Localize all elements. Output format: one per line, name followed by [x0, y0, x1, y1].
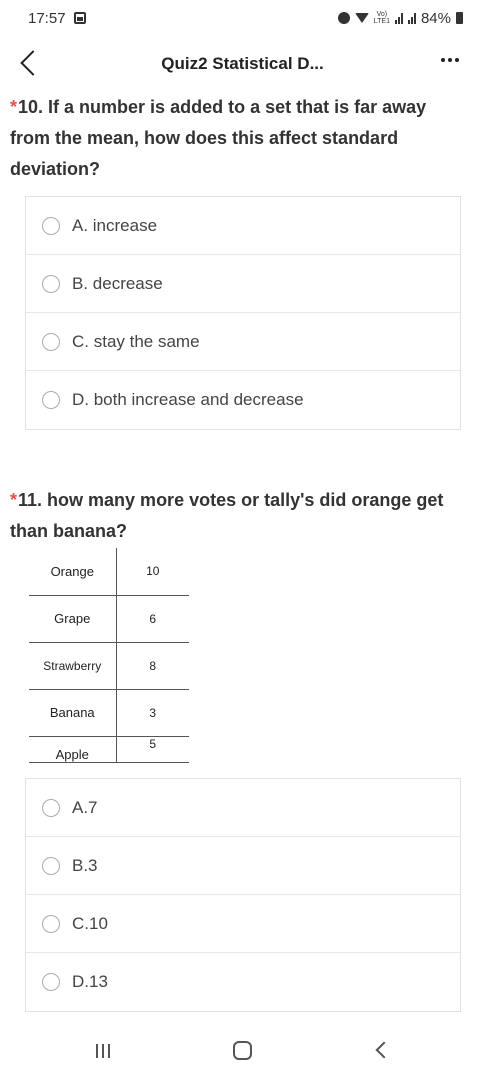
radio-button-icon[interactable]: [42, 856, 60, 875]
option-q10-c[interactable]: C. stay the same: [26, 313, 460, 371]
volte-top: Vo): [376, 11, 388, 18]
option-q11-b[interactable]: B.3: [26, 837, 460, 895]
gallery-notification-icon: [73, 12, 86, 24]
fruit-name: Strawberry: [29, 641, 117, 690]
table-row: Banana 3: [29, 688, 189, 737]
more-dots-icon[interactable]: [441, 58, 459, 62]
option-q10-d[interactable]: D. both increase and decrease: [26, 371, 460, 429]
volte-indicator: Vo) LTE1: [374, 11, 390, 25]
status-left: 17:57: [28, 10, 86, 27]
option-q10-a[interactable]: A. increase: [26, 197, 460, 255]
question-11: *11. how many more votes or tally's did …: [10, 485, 460, 547]
home-icon[interactable]: [233, 1041, 252, 1060]
option-label: B.3: [72, 855, 98, 875]
radio-button-icon[interactable]: [42, 914, 60, 933]
header: Quiz2 Statistical D...: [0, 44, 485, 84]
radio-button-icon[interactable]: [42, 973, 60, 991]
option-label: D.13: [72, 972, 108, 991]
radio-button-icon[interactable]: [42, 798, 60, 817]
fruit-value: 6: [115, 594, 189, 643]
fruit-value: 8: [115, 641, 189, 690]
option-label: C. stay the same: [72, 331, 200, 351]
radio-button-icon[interactable]: [42, 216, 60, 235]
battery-percent: 84%: [420, 9, 451, 27]
option-label: A. increase: [72, 215, 158, 235]
question-11-text: 11. how many more votes or tally's did o…: [10, 490, 444, 541]
navigation-bar: [0, 1020, 485, 1080]
fruit-name: Grape: [29, 594, 117, 643]
question-10-options: A. increase B. decrease C. stay the same…: [25, 196, 461, 430]
clock: 17:57: [28, 9, 66, 27]
signal-1-icon: [394, 12, 403, 24]
volte-bottom: LTE1: [373, 18, 390, 25]
nav-back-icon[interactable]: [375, 1041, 393, 1059]
fruit-value: 3: [115, 688, 189, 737]
option-q10-b[interactable]: B. decrease: [26, 255, 460, 313]
fruit-name: Orange: [29, 548, 117, 596]
required-mark: *: [10, 490, 18, 510]
wifi-icon: [354, 13, 369, 23]
option-label: C.10: [72, 913, 108, 933]
option-label: A.7: [72, 797, 98, 817]
fruit-name: Banana: [29, 688, 117, 737]
status-bar: 17:57 Vo) LTE1 84%: [0, 0, 485, 36]
required-mark: *: [10, 97, 18, 117]
table-row: Orange 10: [29, 548, 189, 596]
option-q11-d[interactable]: D.13: [26, 953, 460, 1011]
table-row: Grape 6: [29, 594, 189, 643]
option-q11-a[interactable]: A.7: [26, 779, 460, 837]
tally-table-image: Orange 10 Grape 6 Strawberry 8 Banana 3 …: [29, 548, 189, 763]
option-label: B. decrease: [72, 273, 163, 293]
radio-button-icon[interactable]: [42, 274, 60, 293]
radio-button-icon[interactable]: [42, 391, 60, 409]
question-10: *10. If a number is added to a set that …: [10, 92, 460, 185]
fruit-name: Apple: [29, 735, 117, 763]
fruit-value: 10: [115, 548, 189, 596]
table-row: Strawberry 8: [29, 641, 189, 690]
question-10-text: 10. If a number is added to a set that i…: [10, 97, 427, 179]
status-right: Vo) LTE1 84%: [337, 9, 463, 27]
radio-button-icon[interactable]: [42, 332, 60, 351]
page-title: Quiz2 Statistical D...: [161, 54, 324, 73]
table-row: Apple 5: [29, 735, 189, 763]
signal-2-icon: [407, 12, 416, 24]
fruit-value: 5: [115, 735, 189, 763]
question-11-options: A.7 B.3 C.10 D.13: [25, 778, 461, 1012]
recents-icon[interactable]: [96, 1044, 110, 1058]
option-label: D. both increase and decrease: [72, 390, 304, 409]
battery-icon: [456, 12, 463, 24]
alarm-icon: [337, 12, 350, 24]
option-q11-c[interactable]: C.10: [26, 895, 460, 953]
